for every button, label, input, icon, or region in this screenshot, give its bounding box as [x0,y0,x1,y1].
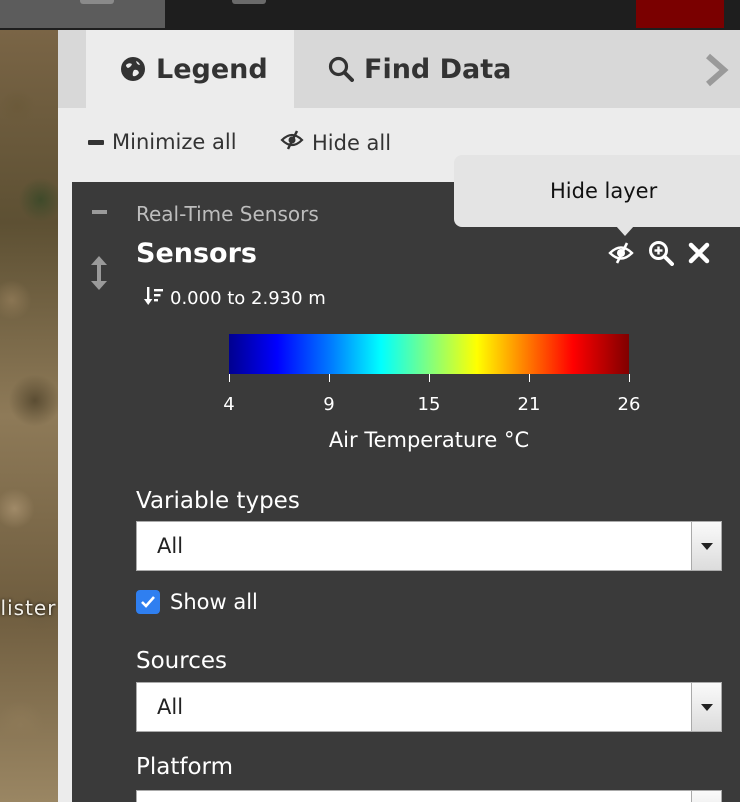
color-scale-title: Air Temperature °C [328,428,530,452]
color-scale-tick-label: 15 [417,394,441,415]
layer-title: Sensors [136,238,257,269]
variable-types-select[interactable]: All [136,521,722,571]
color-scale-tick [529,374,530,382]
platform-label: Platform [136,754,233,780]
collapse-group-button[interactable] [92,210,107,214]
show-all-checkbox[interactable] [136,590,160,614]
layer-group-title: Real-Time Sensors [136,202,319,226]
map-view[interactable]: llister [0,30,58,802]
search-icon [328,56,354,82]
tab-legend[interactable]: Legend [86,30,294,108]
minimize-all-button[interactable]: Minimize all [88,130,237,154]
sources-value: All [157,695,184,719]
show-all-checkbox-row[interactable]: Show all [136,590,258,614]
top-bar-button[interactable] [0,0,165,28]
tooltip-pointer [616,226,634,236]
chevron-down-icon[interactable] [691,522,721,570]
tooltip-text: Hide layer [550,179,658,203]
zoom-in-icon[interactable] [648,240,674,270]
chevron-down-icon[interactable] [691,791,721,802]
depth-range-label: 0.000 to 2.930 m [170,288,326,309]
globe-icon [120,56,146,82]
color-scale-bar [229,334,629,374]
sources-select[interactable]: All [136,682,722,732]
tab-find-data-label: Find Data [364,53,512,85]
color-scale-tick [229,374,230,382]
tab-find-data[interactable]: Find Data [328,30,511,108]
depth-range: 0.000 to 2.930 m [144,286,326,311]
sources-label: Sources [136,648,227,674]
hide-all-label: Hide all [312,130,392,155]
sort-amount-down-icon [144,286,164,311]
legend-layer-card: Real-Time Sensors Sensors 0.000 to 2.930… [72,182,740,802]
minus-icon [88,139,104,145]
side-panel: Legend Find Data Minimize all Hide all R… [58,30,740,802]
layer-actions [608,240,710,270]
color-scale-tick-label: 4 [223,394,235,415]
hide-all-button[interactable]: Hide all [280,130,391,155]
color-scale-tick [429,374,430,382]
color-scale-tick-label: 9 [323,394,335,415]
eye-slash-icon[interactable] [608,242,634,268]
color-scale-tick [629,374,630,382]
tab-legend-label: Legend [156,53,268,85]
color-scale-tick-label: 21 [517,394,541,415]
color-scale-tick [329,374,330,382]
alert-button[interactable] [636,0,724,28]
map-place-label: llister [0,596,57,620]
close-icon[interactable] [688,242,710,268]
chevron-down-icon[interactable] [691,683,721,731]
drag-handle-icon[interactable] [90,256,108,294]
hide-layer-tooltip: Hide layer [454,155,740,236]
eye-slash-icon [280,130,304,155]
platform-select[interactable] [136,790,722,802]
top-bar [0,0,740,30]
variable-types-value: All [157,534,184,558]
chevron-right-icon[interactable] [702,52,730,92]
minimize-all-label: Minimize all [112,130,237,154]
tab-bar: Legend Find Data [58,30,740,108]
show-all-label: Show all [170,590,258,614]
color-scale-tick-label: 26 [617,394,641,415]
variable-types-label: Variable types [136,488,300,514]
